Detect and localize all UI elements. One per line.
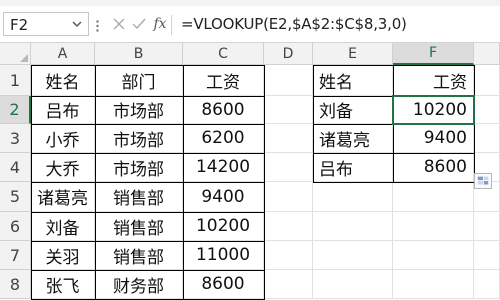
cell-e1[interactable]: 姓名 [313,65,393,96]
formula-input[interactable]: =VLOOKUP(E2,$A$2:$C$8,3,0) [181,15,407,33]
row-header-7[interactable]: 7 [0,241,31,270]
cell-overflow-7[interactable] [474,241,500,270]
cell-b4[interactable]: 市场部 [95,153,183,182]
cell-a4[interactable]: 大乔 [31,153,95,182]
cell-overflow-1[interactable] [474,65,500,96]
cell-f4[interactable]: 8600 [393,153,474,182]
column-header-c[interactable]: C [183,43,264,65]
cell-a1[interactable]: 姓名 [31,65,95,96]
cell-e3[interactable]: 诸葛亮 [313,124,393,153]
chevron-down-icon[interactable] [70,17,84,31]
cell-e2[interactable]: 刘备 [313,96,393,124]
cell-d1[interactable] [264,65,313,96]
lookup-table-divider [313,153,474,154]
cell-e6[interactable] [313,212,393,241]
grip-icon[interactable] [96,20,99,32]
cell-e5[interactable] [313,182,393,212]
cell-a8[interactable]: 张飞 [31,270,95,299]
row-header-6[interactable]: 6 [0,212,31,241]
cell-b8[interactable]: 财务部 [95,270,183,299]
cell-d3[interactable] [264,124,313,153]
cell-b2[interactable]: 市场部 [95,96,183,124]
cell-d6[interactable] [264,212,313,241]
cell-a2[interactable]: 吕布 [31,96,95,124]
cell-c6[interactable]: 10200 [183,212,264,241]
cell-overflow-8[interactable] [474,270,500,299]
column-header-d[interactable]: D [264,43,313,65]
column-header-a[interactable]: A [31,43,95,65]
column-header-overflow[interactable] [474,43,500,65]
column-header-b[interactable]: B [95,43,183,65]
cell-f8[interactable] [393,270,474,299]
column-header-f[interactable]: F [393,43,474,65]
cell-c5[interactable]: 9400 [183,182,264,212]
cell-f3[interactable]: 9400 [393,124,474,153]
column-header-e[interactable]: E [313,43,393,65]
cancel-icon[interactable] [109,15,129,33]
cell-overflow-6[interactable] [474,212,500,241]
check-icon[interactable] [129,15,149,33]
cell-a5[interactable]: 诸葛亮 [31,182,95,212]
source-table-divider [31,212,264,213]
name-box-value: F2 [10,16,29,34]
row-header-8[interactable]: 8 [0,270,31,299]
lookup-table-divider [313,124,474,125]
cell-d2[interactable] [264,96,313,124]
cell-a3[interactable]: 小乔 [31,124,95,153]
cell-f1[interactable]: 工资 [393,65,474,96]
cell-d7[interactable] [264,241,313,270]
cell-e4[interactable]: 吕布 [313,153,393,182]
cell-c7[interactable]: 11000 [183,241,264,270]
cell-f7[interactable] [393,241,474,270]
cell-c8[interactable]: 8600 [183,270,264,299]
cell-d8[interactable] [264,270,313,299]
source-table-divider [31,96,264,97]
cell-f2[interactable]: 10200 [393,96,474,124]
cell-c1[interactable]: 工资 [183,65,264,96]
cell-c2[interactable]: 8600 [183,96,264,124]
cell-b1[interactable]: 部门 [95,65,183,96]
quick-analysis-icon[interactable] [474,173,492,189]
source-table-divider [31,182,264,183]
formula-bar: F2 fx =VLOOKUP(E2,$A$2:$C$8,3,0) [0,6,500,43]
cell-a7[interactable]: 关羽 [31,241,95,270]
cell-e8[interactable] [313,270,393,299]
row-header-3[interactable]: 3 [0,124,31,153]
source-table-divider [31,153,264,154]
lookup-table-divider [313,96,474,97]
cell-b6[interactable]: 销售部 [95,212,183,241]
cell-c3[interactable]: 6200 [183,124,264,153]
row-header-4[interactable]: 4 [0,153,31,182]
source-table-divider [31,241,264,242]
row-header-1[interactable]: 1 [0,65,31,96]
cell-f5[interactable] [393,182,474,212]
formula-separator [171,15,172,35]
cell-b5[interactable]: 销售部 [95,182,183,212]
name-box[interactable]: F2 [3,12,89,36]
cell-b7[interactable]: 销售部 [95,241,183,270]
cell-d4[interactable] [264,153,313,182]
cell-overflow-3[interactable] [474,124,500,153]
select-all-corner[interactable] [0,43,31,65]
source-table-divider [31,270,264,271]
cell-d5[interactable] [264,182,313,212]
source-table-divider [31,124,264,125]
row-header-5[interactable]: 5 [0,182,31,212]
cell-a6[interactable]: 刘备 [31,212,95,241]
cell-b3[interactable]: 市场部 [95,124,183,153]
cell-e7[interactable] [313,241,393,270]
cell-c4[interactable]: 14200 [183,153,264,182]
cell-overflow-2[interactable] [474,96,500,124]
row-header-2[interactable]: 2 [0,96,31,124]
fx-icon[interactable]: fx [150,15,170,33]
cell-f6[interactable] [393,212,474,241]
